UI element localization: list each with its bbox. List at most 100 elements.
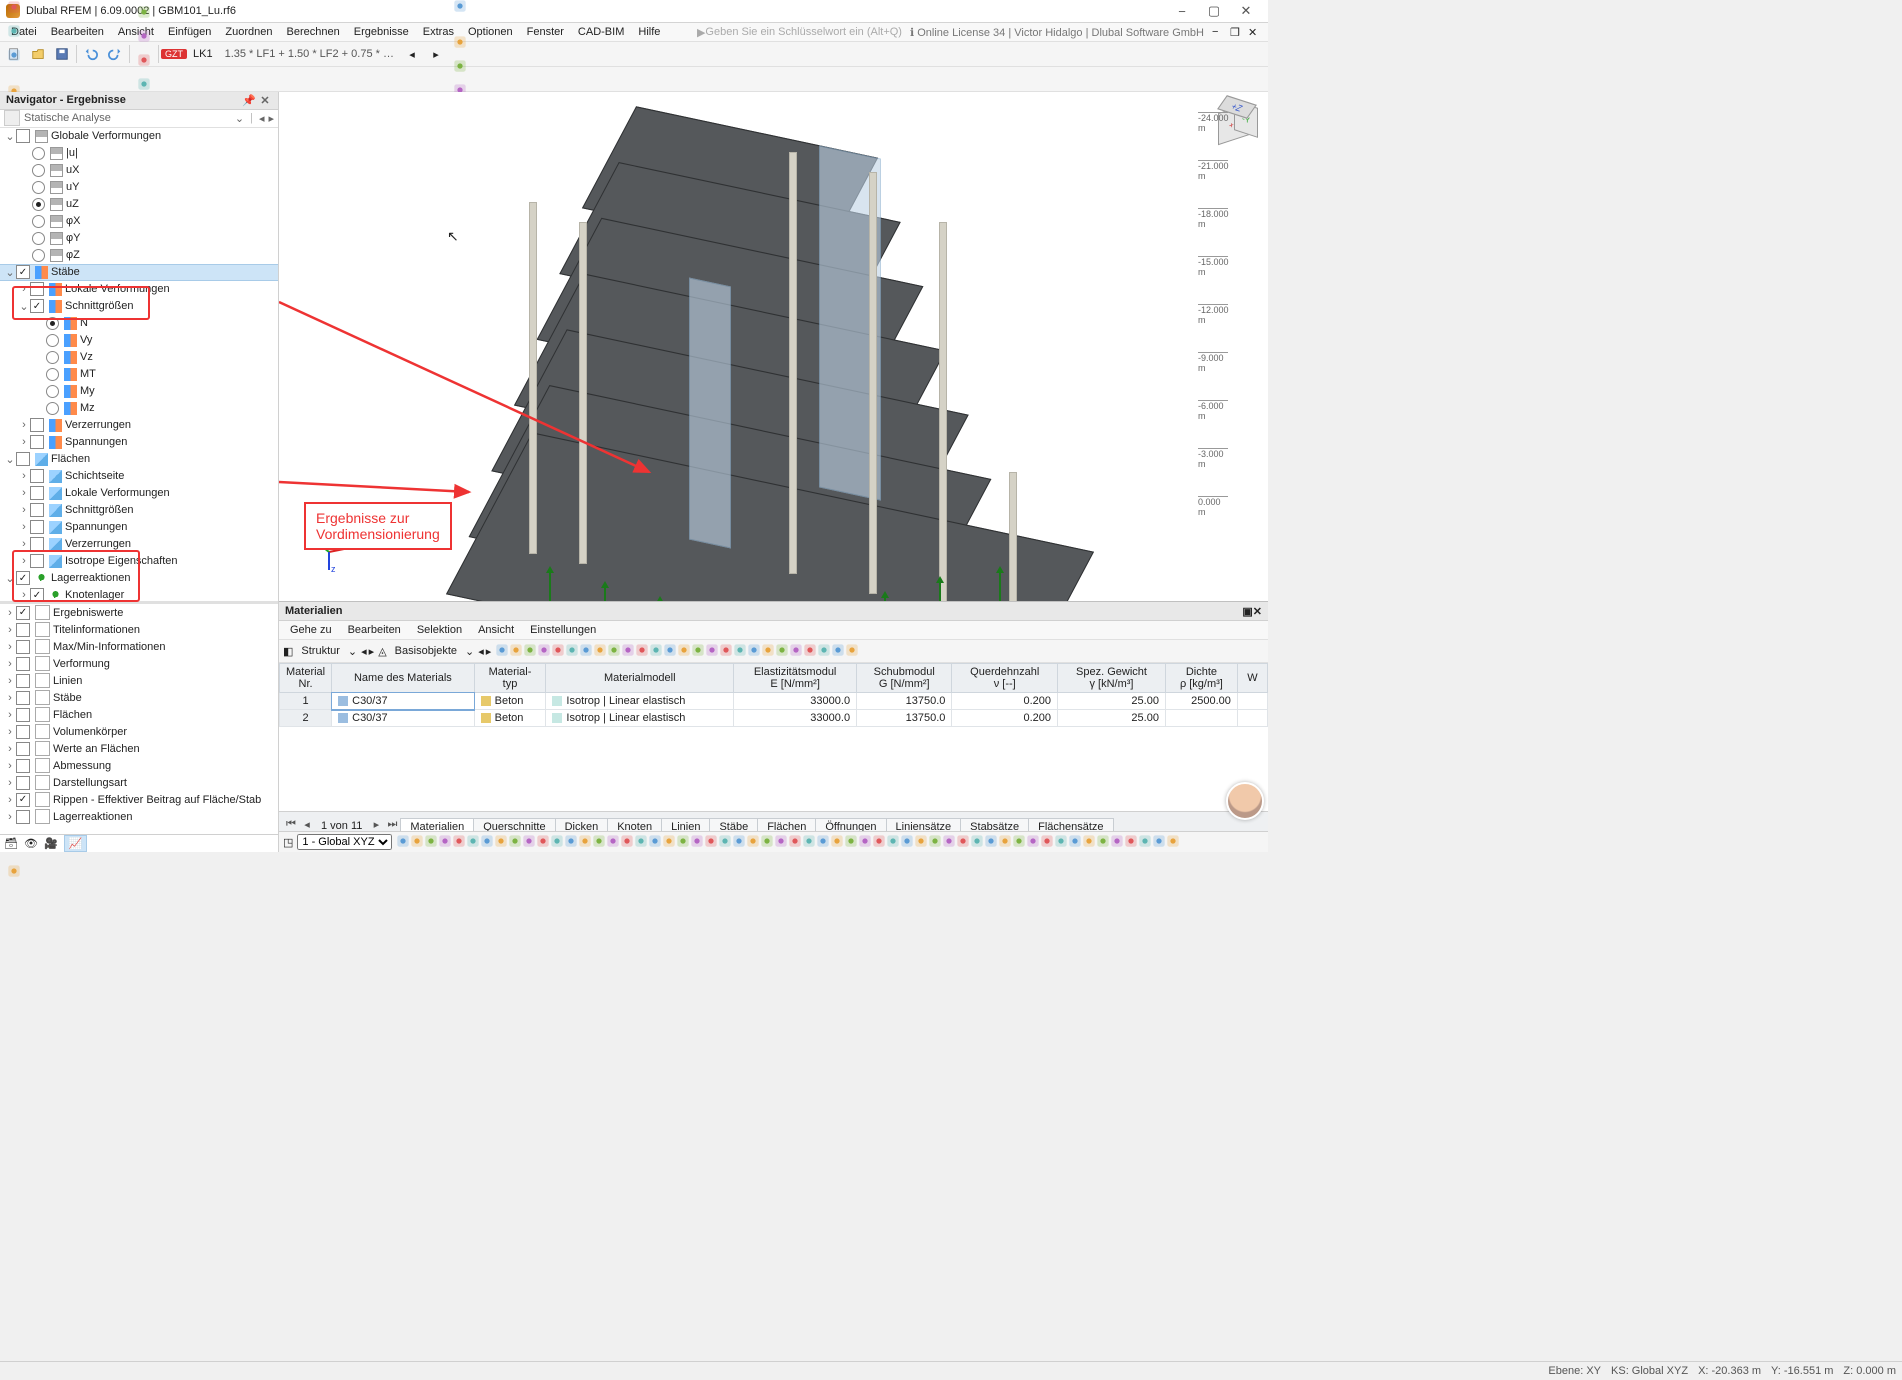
maximize-button[interactable]: ▢ (1198, 0, 1230, 22)
bb-btn-17[interactable] (634, 839, 648, 851)
expand-icon[interactable]: › (18, 419, 30, 431)
cell-gamma[interactable]: 25.00 (1058, 693, 1166, 710)
bb-btn-26[interactable] (760, 839, 774, 851)
checkbox[interactable] (30, 486, 44, 500)
mtb-btn-16[interactable] (719, 648, 733, 660)
expand-icon[interactable]: › (4, 760, 16, 772)
mat-menu-ansicht[interactable]: Ansicht (471, 622, 521, 638)
row-header[interactable]: 1 (280, 693, 332, 710)
bb-btn-6[interactable] (480, 839, 494, 851)
bb-btn-36[interactable] (900, 839, 914, 851)
mtb-btn-22[interactable] (803, 648, 817, 660)
mtb-btn-9[interactable] (621, 648, 635, 660)
tree-row[interactable]: ›Spannungen (0, 519, 278, 536)
mtb-btn-2[interactable] (523, 648, 537, 660)
tree-row[interactable]: ›Max/Min-Informationen (0, 638, 278, 655)
bb-btn-47[interactable] (1054, 839, 1068, 851)
lc-next[interactable]: ▸ (424, 42, 448, 66)
tree-row[interactable]: ⌄Globale Verformungen (0, 128, 278, 145)
bb-btn-2[interactable] (424, 839, 438, 851)
expand-icon[interactable]: › (4, 607, 16, 619)
mtb-btn-19[interactable] (761, 648, 775, 660)
bb-btn-31[interactable] (830, 839, 844, 851)
tree-row[interactable]: Mz (0, 400, 278, 417)
tree-row[interactable]: ›Titelinformationen (0, 621, 278, 638)
expand-icon[interactable]: › (18, 521, 30, 533)
bo-prev[interactable]: ◂ (478, 645, 484, 658)
tabs-last[interactable]: ⏭ (384, 816, 400, 832)
mtb-btn-10[interactable] (635, 648, 649, 660)
cell-gamma[interactable]: 25.00 (1058, 710, 1166, 727)
bb-btn-3[interactable] (438, 839, 452, 851)
expand-icon[interactable]: › (4, 811, 16, 823)
bb-btn-10[interactable] (536, 839, 550, 851)
bb-btn-44[interactable] (1012, 839, 1026, 851)
analysis-type-combo[interactable]: Statische Analyse⌄ |◂▸ (0, 110, 278, 128)
nav-tab-results-icon[interactable]: 📈 (64, 835, 88, 852)
bb-btn-33[interactable] (858, 839, 872, 851)
bb-btn-22[interactable] (704, 839, 718, 851)
bb-btn-45[interactable] (1026, 839, 1040, 851)
tb1-btn-8[interactable] (132, 0, 156, 24)
bb-btn-30[interactable] (816, 839, 830, 851)
dock-pin-icon[interactable]: 📌 (242, 93, 256, 107)
col-header[interactable]: Querdehnzahl ν [--] (952, 664, 1058, 693)
col-header[interactable]: Material Nr. (280, 664, 332, 693)
checkbox[interactable]: ✓ (16, 265, 30, 279)
radio[interactable] (46, 368, 59, 381)
bb-btn-29[interactable] (802, 839, 816, 851)
bb-btn-32[interactable] (844, 839, 858, 851)
tree-row[interactable]: ›Stäbe (0, 689, 278, 706)
checkbox[interactable] (16, 623, 30, 637)
bb-btn-15[interactable] (606, 839, 620, 851)
tb2-btn-30[interactable] (2, 43, 26, 67)
tree-row[interactable]: ›Lokale Verformungen (0, 485, 278, 502)
menu-zuordnen[interactable]: Zuordnen (218, 24, 279, 40)
results-tree[interactable]: ⌄Globale Verformungen|u|uXuYuZφXφYφZ⌄✓St… (0, 128, 278, 601)
mtb-btn-7[interactable] (593, 648, 607, 660)
lc-prev[interactable]: ◂ (400, 42, 424, 66)
menu-cad-bim[interactable]: CAD-BIM (571, 24, 631, 40)
tree-row[interactable]: φX (0, 213, 278, 230)
tb1-btn-9[interactable] (132, 24, 156, 48)
tree-row[interactable]: ›✓Ergebniswerte (0, 604, 278, 621)
expand-icon[interactable]: › (18, 470, 30, 482)
tree-row[interactable]: φZ (0, 247, 278, 264)
coord-system-combo[interactable]: 1 - Global XYZ (297, 834, 392, 850)
col-header[interactable]: Name des Materials (332, 664, 475, 693)
viewport[interactable]: x y z +X -Y +Z ↖ -24.000 m-21.000 m-18.0… (279, 92, 1268, 852)
annotation-tree[interactable]: ›✓Ergebniswerte›Titelinformationen›Max/M… (0, 604, 278, 834)
bb-btn-5[interactable] (466, 839, 480, 851)
dock-close-icon[interactable]: ✕ (258, 93, 272, 107)
mtb-btn-17[interactable] (733, 648, 747, 660)
minimize-button[interactable]: − (1166, 0, 1198, 22)
mtb-btn-18[interactable] (747, 648, 761, 660)
bb-btn-53[interactable] (1138, 839, 1152, 851)
tree-row[interactable]: ›Volumenkörper (0, 723, 278, 740)
col-header[interactable]: Schubmodul G [N/mm²] (857, 664, 952, 693)
bb-btn-50[interactable] (1096, 839, 1110, 851)
checkbox[interactable] (30, 469, 44, 483)
prev-icon[interactable]: ◂ (361, 645, 367, 658)
bb-btn-25[interactable] (746, 839, 760, 851)
checkbox[interactable] (16, 640, 30, 654)
tree-row[interactable]: |u| (0, 145, 278, 162)
bb-btn-18[interactable] (648, 839, 662, 851)
tree-row[interactable]: ›Verformung (0, 655, 278, 672)
tabs-prev[interactable]: ◂ (299, 816, 315, 832)
bb-btn-41[interactable] (970, 839, 984, 851)
cell-w[interactable] (1237, 710, 1267, 727)
tree-row[interactable]: ⌄Flächen (0, 451, 278, 468)
expand-icon[interactable]: › (4, 641, 16, 653)
bb-btn-51[interactable] (1110, 839, 1124, 851)
bb-btn-8[interactable] (508, 839, 522, 851)
row-header[interactable]: 2 (280, 710, 332, 727)
mat-menu-einstellungen[interactable]: Einstellungen (523, 622, 603, 638)
tb-save[interactable] (50, 42, 74, 66)
checkbox[interactable] (30, 418, 44, 432)
cell-name[interactable]: C30/37 (332, 693, 475, 710)
collapse-icon[interactable]: ⌄ (4, 453, 16, 466)
cell-name[interactable]: C30/37 (332, 710, 475, 727)
expand-icon[interactable]: › (18, 436, 30, 448)
tb2-btn-29[interactable] (2, 19, 26, 43)
